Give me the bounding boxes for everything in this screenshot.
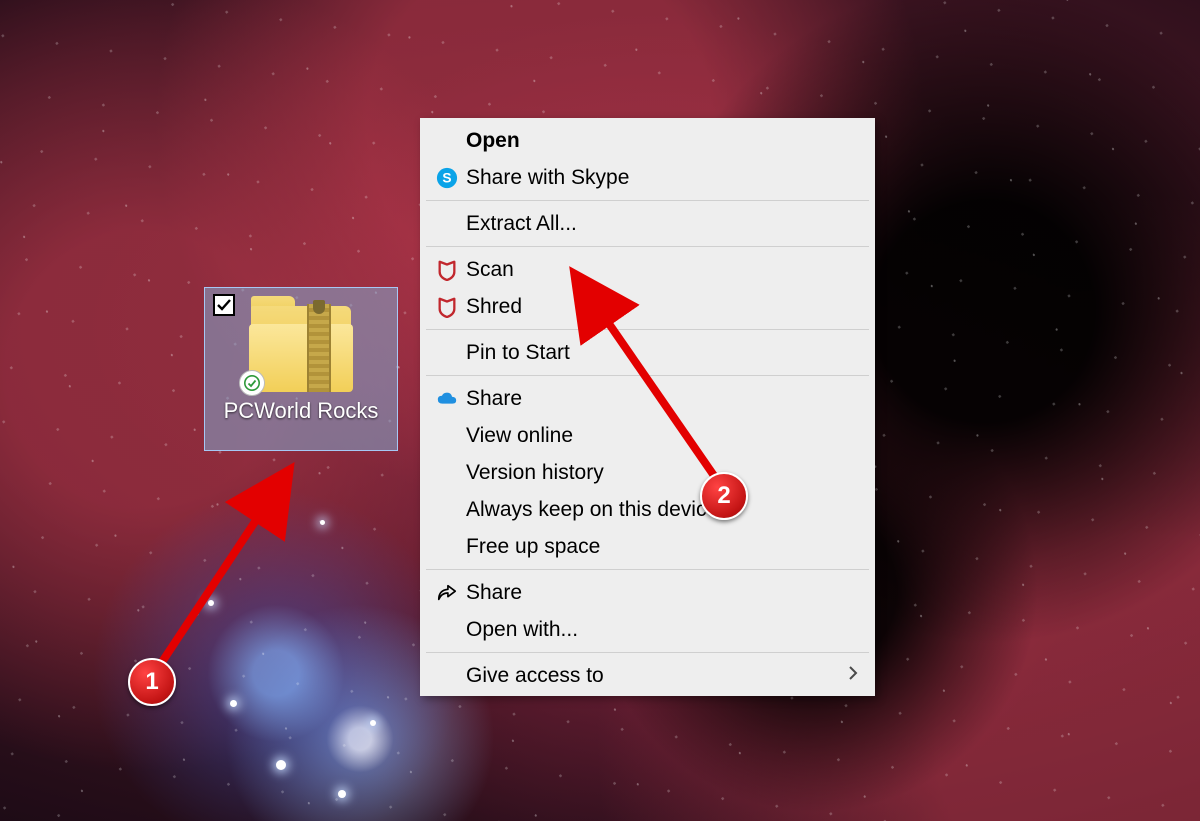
share-arrow-icon <box>428 582 466 604</box>
menu-item-label: View online <box>466 424 859 448</box>
menu-item-label: Shred <box>466 295 859 319</box>
selection-checkbox-icon <box>213 294 235 316</box>
menu-item-open-with[interactable]: Open with... <box>422 611 873 648</box>
menu-separator <box>426 569 869 570</box>
menu-item-label: Share with Skype <box>466 166 859 190</box>
onedrive-icon <box>428 388 466 410</box>
menu-item-view-online[interactable]: View online <box>422 417 873 454</box>
desktop-item-label: PCWorld Rocks <box>218 398 385 424</box>
mcafee-icon <box>428 296 466 318</box>
context-menu: Open S Share with Skype Extract All... Scan S… <box>420 118 875 696</box>
menu-item-label: Scan <box>466 258 859 282</box>
star <box>338 790 346 798</box>
svg-text:S: S <box>442 170 451 185</box>
onedrive-sync-badge-icon <box>239 370 265 396</box>
menu-item-label: Open <box>466 129 859 153</box>
menu-item-pin-start[interactable]: Pin to Start <box>422 334 873 371</box>
menu-item-label: Free up space <box>466 535 859 559</box>
menu-separator <box>426 329 869 330</box>
menu-item-onedrive-share[interactable]: Share <box>422 380 873 417</box>
menu-item-label: Give access to <box>466 664 847 688</box>
menu-item-mcafee-shred[interactable]: Shred <box>422 288 873 325</box>
menu-item-label: Always keep on this device <box>466 498 859 522</box>
menu-separator <box>426 246 869 247</box>
menu-item-mcafee-scan[interactable]: Scan <box>422 251 873 288</box>
menu-item-label: Pin to Start <box>466 341 859 365</box>
menu-item-free-space[interactable]: Free up space <box>422 528 873 565</box>
star <box>276 760 286 770</box>
menu-item-label: Share <box>466 387 859 411</box>
star <box>208 600 214 606</box>
chevron-right-icon <box>847 664 859 688</box>
zip-folder-icon <box>245 296 357 392</box>
menu-item-extract-all[interactable]: Extract All... <box>422 205 873 242</box>
menu-item-label: Open with... <box>466 618 859 642</box>
menu-item-label: Share <box>466 581 859 605</box>
menu-item-share-skype[interactable]: S Share with Skype <box>422 159 873 196</box>
skype-icon: S <box>428 167 466 189</box>
star <box>230 700 237 707</box>
menu-separator <box>426 375 869 376</box>
mcafee-icon <box>428 259 466 281</box>
menu-item-label: Version history <box>466 461 859 485</box>
menu-item-open[interactable]: Open <box>422 122 873 159</box>
menu-item-keep-device[interactable]: Always keep on this device <box>422 491 873 528</box>
desktop-zip-file[interactable]: PCWorld Rocks <box>204 287 398 451</box>
star <box>320 520 325 525</box>
menu-item-give-access[interactable]: Give access to <box>422 657 873 694</box>
menu-separator <box>426 200 869 201</box>
star <box>370 720 376 726</box>
menu-separator <box>426 652 869 653</box>
menu-item-share[interactable]: Share <box>422 574 873 611</box>
menu-item-version-history[interactable]: Version history <box>422 454 873 491</box>
menu-item-label: Extract All... <box>466 212 859 236</box>
